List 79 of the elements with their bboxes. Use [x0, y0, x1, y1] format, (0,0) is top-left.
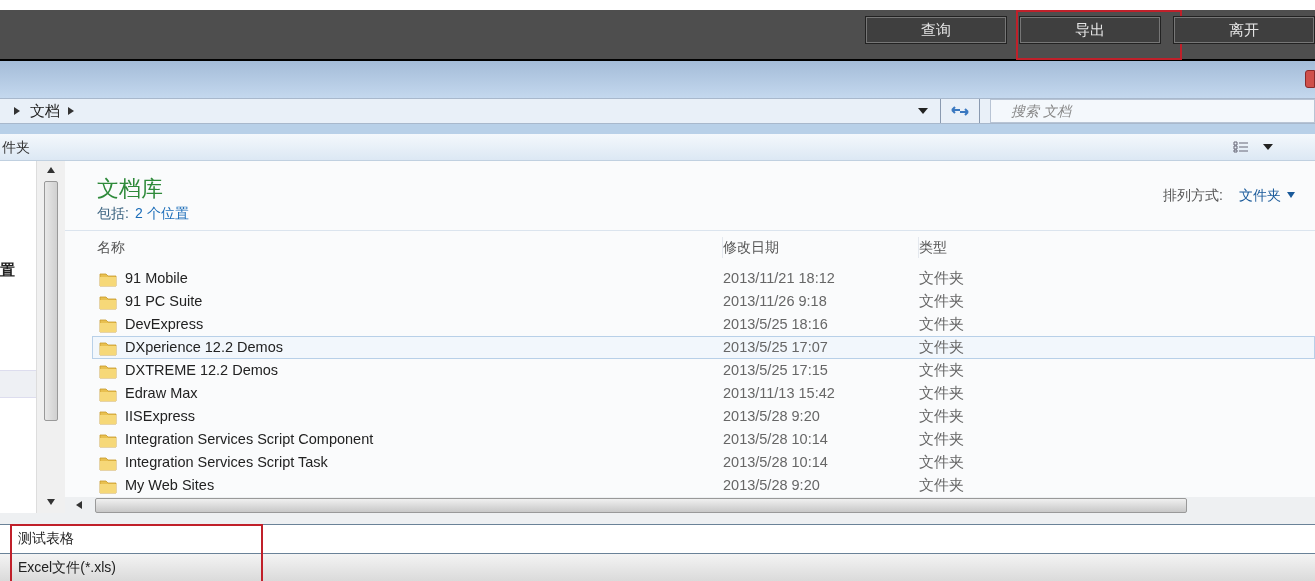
modified-date: 2013/5/25 17:15 [723, 360, 829, 380]
file-name: IISExpress [125, 406, 196, 426]
locations-link[interactable]: 2 个位置 [134, 203, 189, 225]
breadcrumb-item[interactable]: 文档 [30, 99, 60, 123]
modified-date: 2013/11/26 9:18 [723, 291, 828, 311]
file-row[interactable]: DXperience 12.2 Demos 2013/5/25 17:07 文件夹 [92, 336, 1315, 360]
file-row[interactable]: DevExpress 2013/5/25 18:16 文件夹 [92, 313, 1315, 337]
refresh-icon [950, 105, 970, 118]
file-type: 文件夹 [919, 383, 964, 403]
toolbar-button[interactable]: 查询 [865, 15, 1007, 44]
file-name: DXperience 12.2 Demos [125, 337, 283, 357]
column-header[interactable]: 类型 [918, 236, 1315, 258]
toolbar-button[interactable]: 离开 [1173, 15, 1315, 44]
scroll-up-icon [47, 167, 55, 176]
file-name: 91 Mobile [125, 268, 188, 288]
file-type: 文件夹 [919, 291, 964, 311]
arrange-dropdown[interactable]: 文件夹 [1239, 185, 1295, 207]
column-header[interactable]: 名称 [65, 236, 722, 258]
folder-icon [99, 316, 117, 333]
file-row[interactable]: My Web Sites 2013/5/28 9:20 文件夹 [92, 474, 1315, 498]
folder-icon [99, 270, 117, 287]
folder-icon [99, 477, 117, 494]
file-row[interactable]: 91 PC Suite 2013/11/26 9:18 文件夹 [92, 290, 1315, 314]
file-type: 文件夹 [919, 268, 964, 288]
file-name: DXTREME 12.2 Demos [125, 360, 279, 380]
folder-icon [99, 454, 117, 471]
folder-icon [99, 339, 117, 356]
file-type: 文件夹 [919, 360, 964, 380]
scroll-left-icon [76, 501, 84, 510]
file-type: 文件夹 [919, 337, 964, 357]
file-row[interactable]: Integration Services Script Component 2013/5/28 10:14 文件夹 [92, 428, 1315, 452]
arrange-label: 排列方式: [1163, 186, 1223, 206]
column-header[interactable]: 修改日期 [722, 236, 918, 258]
nav-pane-item[interactable]: 置 [0, 259, 36, 282]
caret-down-icon [1287, 191, 1295, 200]
folder-icon [99, 362, 117, 379]
dropdown-caret-icon[interactable] [918, 108, 928, 115]
file-row[interactable]: Integration Services Script Task 2013/5/28 10:14 文件夹 [92, 451, 1315, 475]
file-row[interactable]: Edraw Max 2013/11/13 15:42 文件夹 [92, 382, 1315, 406]
horizontal-scrollbar[interactable] [65, 497, 1315, 514]
file-type: 文件夹 [919, 429, 964, 449]
file-name: Edraw Max [125, 383, 198, 403]
toolbar-button[interactable]: 导出 [1019, 15, 1161, 44]
file-type: 文件夹 [919, 406, 964, 426]
includes-label: 包括: [97, 204, 129, 224]
file-type: 文件夹 [919, 314, 964, 334]
modified-date: 2013/5/28 9:20 [723, 406, 821, 426]
folder-icon [99, 293, 117, 310]
vertical-scrollbar[interactable] [37, 161, 65, 514]
dropdown-caret-icon[interactable] [1263, 144, 1273, 150]
refresh-button[interactable] [940, 99, 980, 124]
file-name: My Web Sites [125, 475, 215, 495]
modified-date: 2013/11/13 15:42 [723, 383, 836, 403]
file-name-field[interactable]: 测试表格 [0, 524, 1315, 554]
file-row[interactable]: 91 Mobile 2013/11/21 18:12 文件夹 [92, 267, 1315, 291]
search-field[interactable]: 搜索 文档 [990, 99, 1315, 124]
close-icon[interactable] [1305, 70, 1315, 89]
folder-icon [99, 408, 117, 425]
library-title: 文档库 [97, 175, 164, 204]
modified-date: 2013/11/21 18:12 [723, 268, 836, 288]
modified-date: 2013/5/28 10:14 [723, 429, 829, 449]
file-type: 文件夹 [919, 452, 964, 472]
file-name: 91 PC Suite [125, 291, 203, 311]
file-name: DevExpress [125, 314, 204, 334]
view-icon[interactable] [1233, 141, 1249, 153]
modified-date: 2013/5/28 9:20 [723, 475, 821, 495]
file-type-dropdown[interactable]: Excel文件(*.xls) [0, 554, 1315, 581]
file-row[interactable]: DXTREME 12.2 Demos 2013/5/25 17:15 文件夹 [92, 359, 1315, 383]
file-name: Integration Services Script Component [125, 429, 374, 449]
folder-icon [99, 431, 117, 448]
file-row[interactable]: IISExpress 2013/5/28 9:20 文件夹 [92, 405, 1315, 429]
modified-date: 2013/5/25 18:16 [723, 314, 829, 334]
folder-icon [99, 385, 117, 402]
chevron-right-icon [14, 107, 22, 116]
modified-date: 2013/5/28 10:14 [723, 452, 829, 472]
file-name: Integration Services Script Task [125, 452, 328, 472]
chevron-right-icon [68, 107, 76, 116]
file-type: 文件夹 [919, 475, 964, 495]
modified-date: 2013/5/25 17:07 [723, 337, 829, 357]
